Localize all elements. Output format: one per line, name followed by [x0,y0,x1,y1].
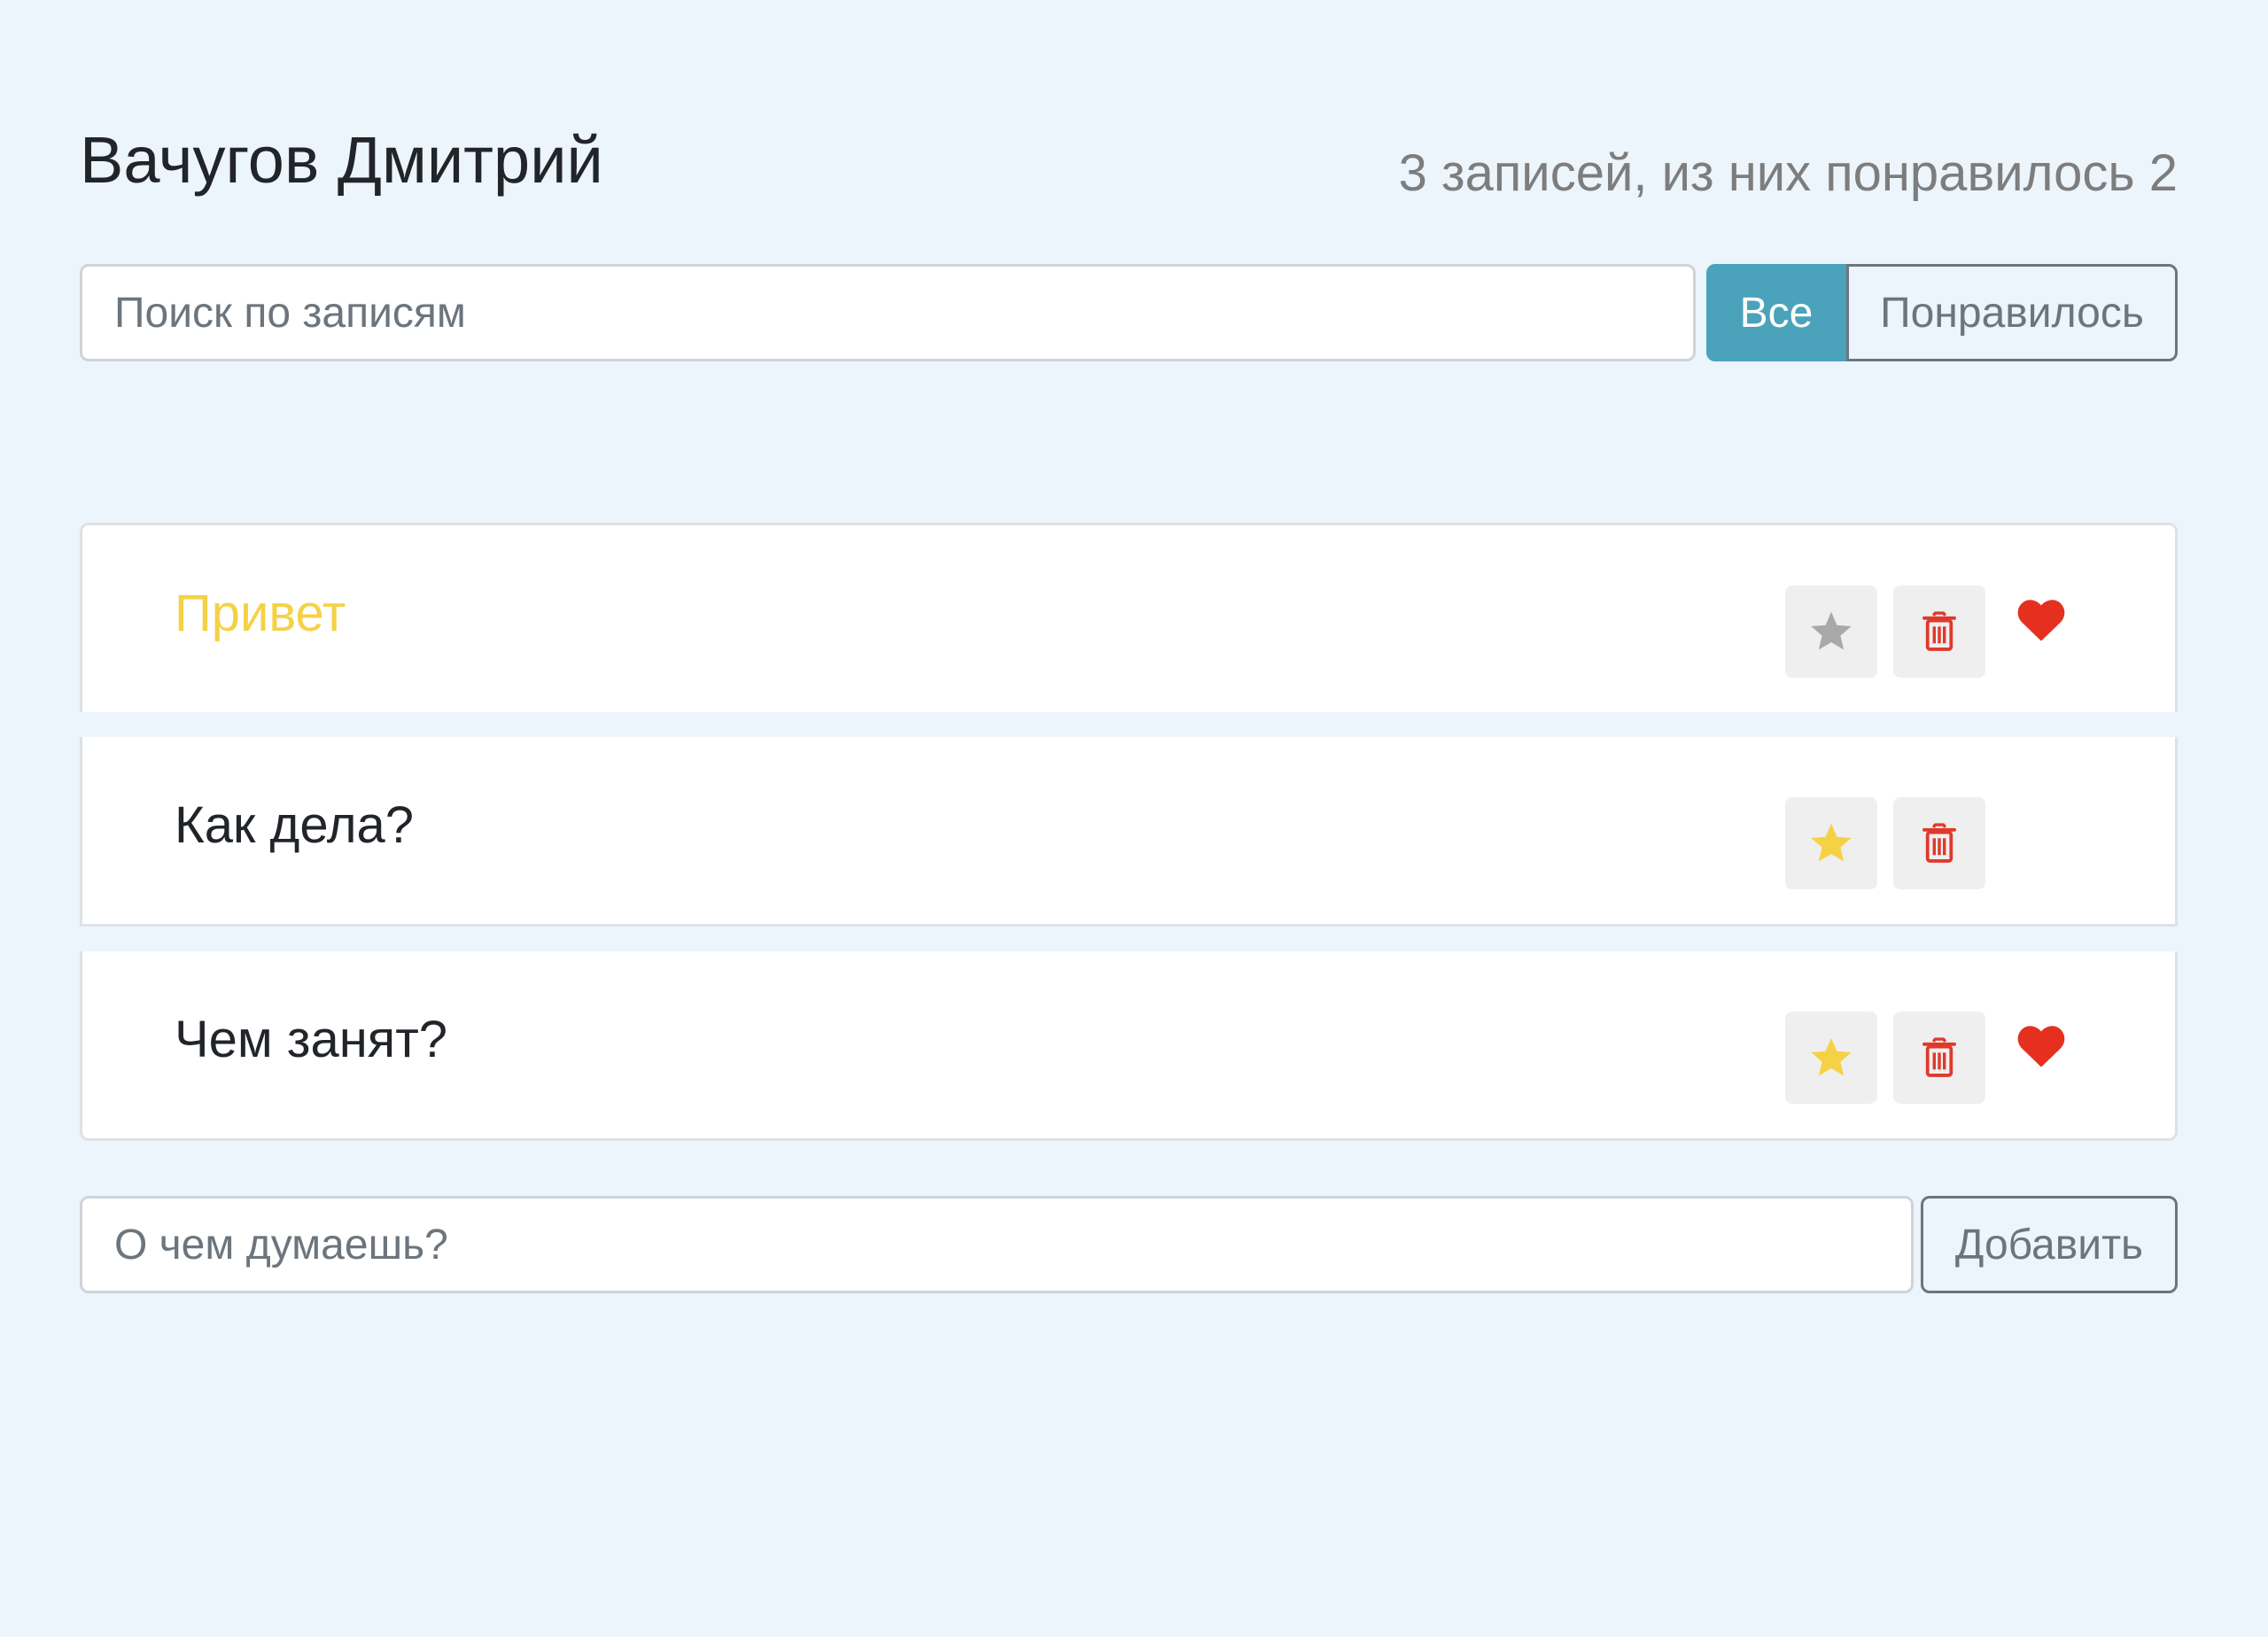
star-button[interactable] [1785,586,1877,678]
post-label[interactable]: Как дела? [175,795,414,855]
add-button[interactable]: Добавить [1921,1196,2178,1293]
heart-icon [2017,600,2065,641]
delete-button[interactable] [1893,586,1985,678]
post-app: Вачугов Дмитрий 3 записей, из них понрав… [80,0,2178,1293]
trash-icon [1922,823,1956,863]
filter-group: Все Понравилось [1706,264,2178,361]
star-button[interactable] [1785,1012,1877,1104]
search-panel: Все Понравилось [80,264,2178,363]
search-input[interactable] [80,264,1696,361]
list-item[interactable]: Привет [80,523,2178,712]
star-button[interactable] [1785,797,1877,889]
filter-all-button[interactable]: Все [1706,264,1846,361]
add-post-form: Добавить [80,1196,2178,1295]
post-label[interactable]: Чем занят? [175,1010,447,1069]
posts-counter: 3 записей, из них понравилось 2 [1398,144,2178,202]
post-label[interactable]: Привет [175,584,346,643]
delete-button[interactable] [1893,1012,1985,1104]
trash-icon [1922,611,1956,651]
app-header: Вачугов Дмитрий 3 записей, из них понрав… [80,0,2178,266]
list-item[interactable]: Чем занят? [80,951,2178,1141]
trash-icon [1922,1037,1956,1077]
star-icon [1811,823,1852,862]
star-icon [1811,1037,1852,1076]
star-icon [1811,611,1852,650]
list-item[interactable]: Как дела? [80,737,2178,927]
delete-button[interactable] [1893,797,1985,889]
page-title: Вачугов Дмитрий [80,123,603,197]
new-post-input[interactable] [80,1196,1914,1293]
filter-liked-button[interactable]: Понравилось [1846,264,2178,361]
heart-icon [2017,1026,2065,1067]
